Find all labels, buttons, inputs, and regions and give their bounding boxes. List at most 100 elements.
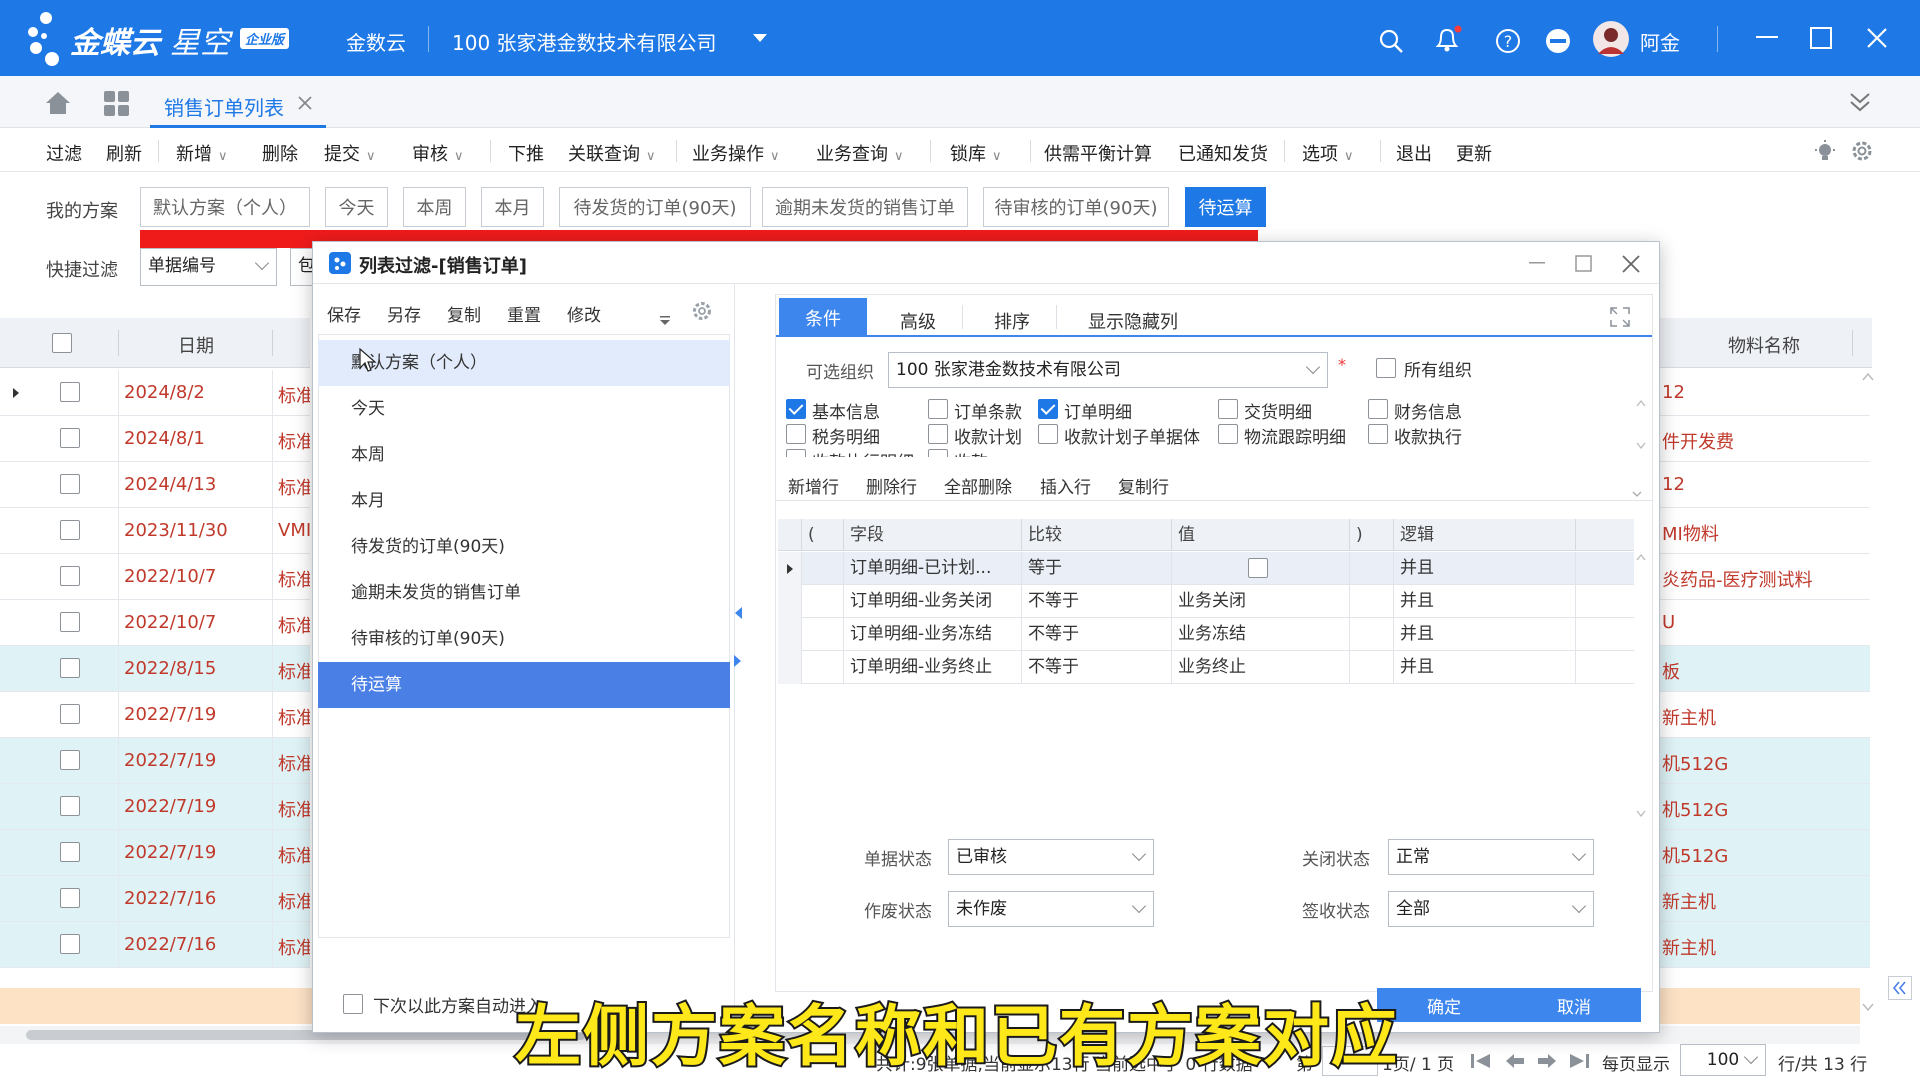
scheme-pill-pending-calc[interactable]: 待运算 bbox=[1185, 187, 1266, 227]
table-row-material[interactable]: 机512G bbox=[1660, 830, 1870, 876]
entity-scrollbar[interactable] bbox=[1636, 399, 1646, 449]
save-as-scheme-button[interactable]: 另存 bbox=[387, 301, 421, 326]
dialog-close-icon[interactable] bbox=[1621, 254, 1641, 274]
scheme-pill-pending-audit[interactable]: 待审核的订单(90天) bbox=[983, 187, 1169, 227]
entity-checkbox[interactable] bbox=[928, 449, 948, 457]
quick-filter-operator[interactable]: 包 bbox=[290, 248, 314, 286]
insert-row-button[interactable]: 插入行 bbox=[1040, 473, 1091, 498]
tab-condition[interactable]: 条件 bbox=[779, 298, 867, 337]
col-logic[interactable]: 逻辑 bbox=[1394, 519, 1576, 551]
close-paren-cell[interactable] bbox=[1350, 552, 1394, 585]
entity-checkbox[interactable] bbox=[1218, 399, 1238, 419]
field-cell[interactable]: 订单明细-已计划... bbox=[844, 552, 1022, 585]
scheme-list-item[interactable]: 待审核的订单(90天) bbox=[318, 616, 730, 662]
tab-advanced[interactable]: 高级 bbox=[900, 308, 936, 334]
more-menu-icon[interactable] bbox=[659, 316, 671, 326]
table-row[interactable]: 2024/4/13 标准 bbox=[0, 462, 310, 508]
notified-shipment-button[interactable]: 已通知发货 bbox=[1178, 140, 1268, 166]
filter-button[interactable]: 过滤 bbox=[46, 140, 82, 166]
add-row-button[interactable]: 新增行 bbox=[788, 473, 839, 498]
col-value[interactable]: 值 bbox=[1172, 519, 1350, 551]
row-checkbox[interactable] bbox=[60, 382, 80, 402]
row-checkbox[interactable] bbox=[60, 842, 80, 862]
col-field[interactable]: 字段 bbox=[844, 519, 1022, 551]
table-row[interactable]: 2023/11/30 VMI bbox=[0, 508, 310, 554]
row-checkbox[interactable] bbox=[60, 796, 80, 816]
copy-scheme-button[interactable]: 复制 bbox=[447, 301, 481, 326]
search-icon[interactable] bbox=[1378, 28, 1404, 54]
user-name[interactable]: 阿金 bbox=[1640, 27, 1680, 56]
table-row-material[interactable]: 12 bbox=[1660, 370, 1870, 416]
col-close-paren[interactable]: ) bbox=[1350, 519, 1394, 551]
tab-show-hide-columns[interactable]: 显示隐藏列 bbox=[1088, 308, 1178, 334]
condition-scrollbar[interactable] bbox=[1636, 553, 1646, 817]
condition-row[interactable]: 订单明细-业务关闭 不等于 业务关闭 并且 bbox=[778, 585, 1634, 618]
business-query-button[interactable]: 业务查询 ∨ bbox=[816, 140, 904, 166]
condition-row[interactable]: 订单明细-已计划... 等于 并且 bbox=[778, 552, 1634, 585]
submit-button[interactable]: 提交 ∨ bbox=[324, 140, 376, 166]
entity-checkbox[interactable] bbox=[786, 424, 806, 444]
scheme-pill-today[interactable]: 今天 bbox=[325, 187, 388, 227]
save-scheme-button[interactable]: 保存 bbox=[327, 301, 361, 326]
col-compare[interactable]: 比较 bbox=[1022, 519, 1172, 551]
logic-cell[interactable]: 并且 bbox=[1394, 585, 1576, 618]
scheme-pill-default[interactable]: 默认方案（个人） bbox=[140, 187, 310, 227]
org-dropdown-icon[interactable] bbox=[752, 33, 768, 45]
table-row[interactable]: 2022/7/19 标准 bbox=[0, 692, 310, 738]
row-checkbox[interactable] bbox=[60, 704, 80, 724]
entity-checkbox[interactable] bbox=[786, 449, 806, 457]
table-row[interactable]: 2022/10/7 标准 bbox=[0, 600, 310, 646]
scheme-pill-overdue[interactable]: 逾期未发货的销售订单 bbox=[762, 187, 968, 227]
dialog-maximize-icon[interactable] bbox=[1575, 255, 1593, 273]
modify-scheme-button[interactable]: 修改 bbox=[567, 301, 601, 326]
scheme-list-item[interactable]: 本月 bbox=[318, 478, 730, 524]
fullscreen-icon[interactable] bbox=[1610, 307, 1630, 327]
copy-row-button[interactable]: 复制行 bbox=[1118, 473, 1169, 498]
delete-all-button[interactable]: 全部删除 bbox=[944, 473, 1012, 498]
apps-grid-icon[interactable] bbox=[104, 91, 130, 117]
doc-status-select[interactable]: 已审核 bbox=[948, 839, 1154, 875]
avatar[interactable] bbox=[1592, 20, 1630, 58]
entity-checkbox[interactable] bbox=[1038, 399, 1058, 419]
table-row[interactable]: 2022/7/16 标准 bbox=[0, 876, 310, 922]
table-row-material[interactable]: MI物料 bbox=[1660, 508, 1870, 554]
per-page-select[interactable]: 100 bbox=[1680, 1044, 1766, 1076]
last-page-icon[interactable] bbox=[1568, 1052, 1590, 1070]
void-status-select[interactable]: 未作废 bbox=[948, 891, 1154, 927]
table-row-material[interactable]: 板 bbox=[1660, 646, 1870, 692]
value-cell[interactable] bbox=[1172, 552, 1350, 585]
table-row[interactable]: 2022/10/7 标准 bbox=[0, 554, 310, 600]
row-checkbox[interactable] bbox=[60, 566, 80, 586]
auto-enter-checkbox[interactable] bbox=[343, 994, 363, 1014]
close-status-select[interactable]: 正常 bbox=[1388, 839, 1594, 875]
close-paren-cell[interactable] bbox=[1350, 585, 1394, 618]
expand-right-icon[interactable] bbox=[733, 654, 743, 668]
row-checkbox[interactable] bbox=[60, 612, 80, 632]
close-paren-cell[interactable] bbox=[1350, 651, 1394, 684]
tab-close-icon[interactable] bbox=[298, 96, 312, 110]
entity-checkbox[interactable] bbox=[928, 424, 948, 444]
dialog-title-bar[interactable]: 列表过滤-[销售订单] bbox=[313, 242, 1659, 284]
scheme-list-item[interactable]: 默认方案（个人） bbox=[318, 340, 730, 386]
table-row[interactable]: 2022/7/19 标准 bbox=[0, 738, 310, 784]
scheme-pill-pending-ship[interactable]: 待发货的订单(90天) bbox=[559, 187, 751, 227]
material-column-header[interactable]: 物料名称 bbox=[1728, 332, 1800, 358]
table-row-material[interactable]: 机512G bbox=[1660, 784, 1870, 830]
audit-button[interactable]: 审核 ∨ bbox=[412, 140, 464, 166]
side-collapse-icon[interactable] bbox=[1888, 976, 1912, 1000]
push-down-button[interactable]: 下推 bbox=[508, 140, 544, 166]
related-query-button[interactable]: 关联查询 ∨ bbox=[568, 140, 656, 166]
table-row[interactable]: 2024/8/2 标准 bbox=[0, 370, 310, 416]
value-cell[interactable]: 业务终止 bbox=[1172, 651, 1350, 684]
reset-scheme-button[interactable]: 重置 bbox=[507, 301, 541, 326]
row-checkbox[interactable] bbox=[60, 658, 80, 678]
row-checkbox[interactable] bbox=[60, 888, 80, 908]
compare-cell[interactable]: 不等于 bbox=[1022, 585, 1172, 618]
entity-checkbox[interactable] bbox=[1368, 424, 1388, 444]
bell-icon[interactable] bbox=[1432, 24, 1464, 56]
scheme-list-item[interactable]: 逾期未发货的销售订单 bbox=[318, 570, 730, 616]
quick-filter-field-select[interactable]: 单据编号 bbox=[140, 248, 277, 286]
dialog-minimize-icon[interactable] bbox=[1529, 262, 1547, 266]
scheme-settings-gear-icon[interactable] bbox=[691, 300, 713, 322]
cancel-button[interactable]: 取消 bbox=[1507, 988, 1641, 1022]
